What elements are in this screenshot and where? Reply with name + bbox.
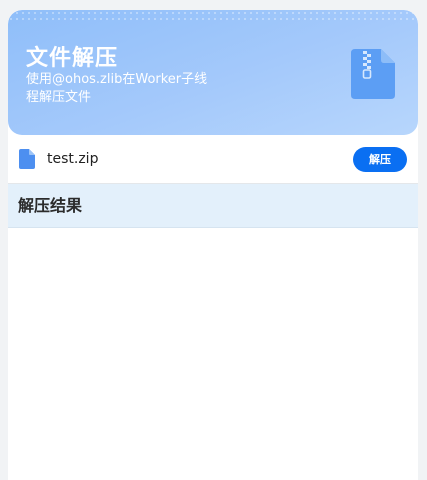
result-list	[8, 228, 418, 480]
file-name: test.zip	[47, 151, 99, 167]
result-header: 解压结果	[8, 184, 418, 228]
result-title: 解压结果	[18, 196, 83, 215]
header-banner: 文件解压 使用@ohos.zlib在Worker子线程解压文件	[8, 10, 418, 135]
zip-file-icon	[351, 49, 395, 99]
app-window: 文件解压 使用@ohos.zlib在Worker子线程解压文件 test.zip…	[8, 10, 418, 480]
file-icon	[19, 149, 35, 169]
file-item-row: test.zip 解压	[8, 135, 418, 183]
page-description: 使用@ohos.zlib在Worker子线程解压文件	[26, 72, 208, 105]
page-title: 文件解压	[26, 46, 119, 71]
unzip-button[interactable]: 解压	[353, 147, 407, 172]
